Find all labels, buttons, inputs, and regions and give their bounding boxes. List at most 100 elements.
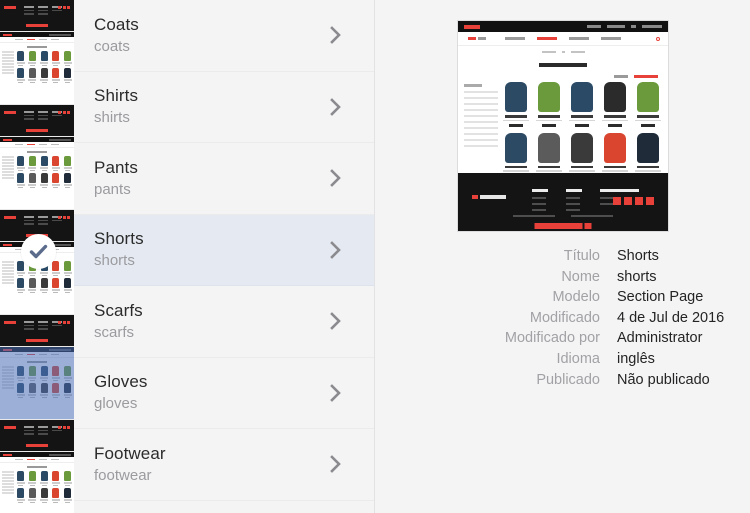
metadata-label: Modificado bbox=[529, 309, 600, 326]
preview-product bbox=[502, 132, 530, 177]
metadata-row: Idioma inglês bbox=[375, 351, 750, 372]
metadata-row: Modificado por Administrator bbox=[375, 330, 750, 351]
list-item-texts: Footwear footwear bbox=[94, 443, 328, 486]
preview-breadcrumb bbox=[458, 46, 668, 58]
list-item-shorts[interactable]: Shorts shorts bbox=[74, 214, 374, 286]
page-browser-screen: Coats coats Shirts shirts Pants pants Shorts sh… bbox=[0, 0, 750, 513]
list-item-title: Coats bbox=[94, 14, 139, 34]
chevron-right-icon bbox=[330, 169, 341, 188]
metadata-row: Modificado 4 de Jul de 2016 bbox=[375, 310, 750, 331]
chevron-right-icon bbox=[330, 26, 341, 45]
metadata-label: Modelo bbox=[552, 289, 600, 306]
metadata-value: Administrator bbox=[617, 330, 703, 347]
preview-footer-column bbox=[566, 189, 590, 215]
page-thumbnail-footer[interactable] bbox=[0, 420, 74, 452]
thumbnail-strip[interactable] bbox=[0, 0, 74, 513]
metadata-value: shorts bbox=[617, 268, 657, 285]
list-item-texts: Shirts shirts bbox=[94, 85, 328, 128]
list-item-title: Footwear bbox=[94, 443, 166, 463]
page-thumbnail[interactable] bbox=[0, 452, 74, 513]
preview-navbar bbox=[458, 32, 668, 46]
list-item-chevron[interactable] bbox=[328, 382, 374, 404]
preview-product bbox=[568, 82, 596, 127]
metadata-label: Idioma bbox=[556, 350, 600, 367]
preview-product bbox=[601, 132, 629, 177]
preview-footer-column bbox=[532, 189, 556, 215]
list-item-name: shirts bbox=[94, 109, 130, 127]
check-icon bbox=[29, 244, 48, 259]
metadata-row: Modelo Section Page bbox=[375, 289, 750, 310]
page-thumbnail-footer[interactable] bbox=[0, 0, 74, 32]
preview-product bbox=[568, 132, 596, 177]
list-item-texts: Scarfs scarfs bbox=[94, 300, 328, 343]
page-thumbnail-footer[interactable] bbox=[0, 105, 74, 137]
metadata-value: Não publicado bbox=[617, 371, 710, 388]
metadata-value: Section Page bbox=[617, 289, 704, 306]
metadata-label: Modificado por bbox=[504, 330, 600, 347]
preview-product bbox=[634, 82, 662, 127]
list-item-texts: Gloves gloves bbox=[94, 371, 328, 414]
metadata-row: Publicado Não publicado bbox=[375, 372, 750, 393]
list-item-texts: Coats coats bbox=[94, 14, 328, 57]
list-item-chevron[interactable] bbox=[328, 24, 374, 46]
preview-sortbar bbox=[458, 72, 668, 82]
list-item-shirts[interactable]: Shirts shirts bbox=[74, 72, 374, 143]
preview-product bbox=[535, 132, 563, 177]
chevron-right-icon bbox=[330, 240, 341, 259]
page-thumbnail[interactable] bbox=[0, 137, 74, 210]
preview-heading bbox=[458, 58, 668, 72]
preview-filters bbox=[464, 82, 498, 183]
list-item-texts: Pants pants bbox=[94, 157, 328, 200]
preview-product-row bbox=[502, 132, 662, 177]
preview-brand bbox=[468, 37, 486, 40]
list-item-texts: Shorts shorts bbox=[94, 228, 328, 271]
page-thumbnail[interactable] bbox=[0, 347, 74, 420]
chevron-right-icon bbox=[330, 312, 341, 331]
page-list[interactable]: Coats coats Shirts shirts Pants pants Shorts sh… bbox=[74, 0, 375, 513]
preview-logo bbox=[464, 25, 480, 29]
preview-footer bbox=[458, 173, 668, 231]
page-thumbnail-footer[interactable] bbox=[0, 315, 74, 347]
list-item-pants[interactable]: Pants pants bbox=[74, 143, 374, 215]
list-item-title: Shorts bbox=[94, 229, 144, 249]
detail-pane: Título Shorts Nome shorts Modelo Section Page… bbox=[375, 0, 750, 513]
metadata-value: inglês bbox=[617, 350, 655, 367]
chevron-right-icon bbox=[330, 97, 341, 116]
preview-product bbox=[634, 132, 662, 177]
list-item-name: pants bbox=[94, 180, 131, 198]
preview-footer-logo bbox=[472, 195, 506, 199]
list-item-title: Shirts bbox=[94, 86, 139, 106]
preview-topbar bbox=[458, 21, 668, 32]
preview-product bbox=[502, 82, 530, 127]
list-item-title: Scarfs bbox=[94, 300, 143, 320]
list-item-chevron[interactable] bbox=[328, 453, 374, 475]
preview-footer-legal bbox=[513, 215, 613, 217]
list-item-scarfs[interactable]: Scarfs scarfs bbox=[74, 286, 374, 358]
metadata-value: 4 de Jul de 2016 bbox=[617, 309, 725, 326]
page-thumbnail[interactable] bbox=[0, 32, 74, 105]
list-item-footwear[interactable]: Footwear footwear bbox=[74, 429, 374, 501]
preview-product bbox=[601, 82, 629, 127]
chevron-right-icon bbox=[330, 383, 341, 402]
metadata-label: Nome bbox=[561, 268, 600, 285]
metadata-table: Título Shorts Nome shorts Modelo Section Page… bbox=[375, 248, 750, 392]
list-item-coats[interactable]: Coats coats bbox=[74, 0, 374, 72]
preview-product bbox=[535, 82, 563, 127]
list-item-name: scarfs bbox=[94, 323, 135, 341]
metadata-value: Shorts bbox=[617, 248, 659, 264]
metadata-label: Publicado bbox=[536, 371, 600, 388]
list-item-name: coats bbox=[94, 37, 130, 55]
list-item-chevron[interactable] bbox=[328, 239, 374, 261]
preview-body bbox=[458, 82, 668, 183]
list-item-chevron[interactable] bbox=[328, 96, 374, 118]
page-preview-thumbnail[interactable] bbox=[457, 20, 669, 232]
selected-check-badge bbox=[21, 234, 56, 269]
preview-product-row bbox=[502, 82, 662, 127]
list-item-chevron[interactable] bbox=[328, 310, 374, 332]
preview-menu bbox=[505, 37, 621, 40]
preview-back-to-top bbox=[534, 223, 592, 229]
list-item-gloves[interactable]: Gloves gloves bbox=[74, 358, 374, 429]
list-item-chevron[interactable] bbox=[328, 167, 374, 189]
list-item-title: Gloves bbox=[94, 372, 148, 392]
preview-product-grid bbox=[498, 82, 662, 183]
